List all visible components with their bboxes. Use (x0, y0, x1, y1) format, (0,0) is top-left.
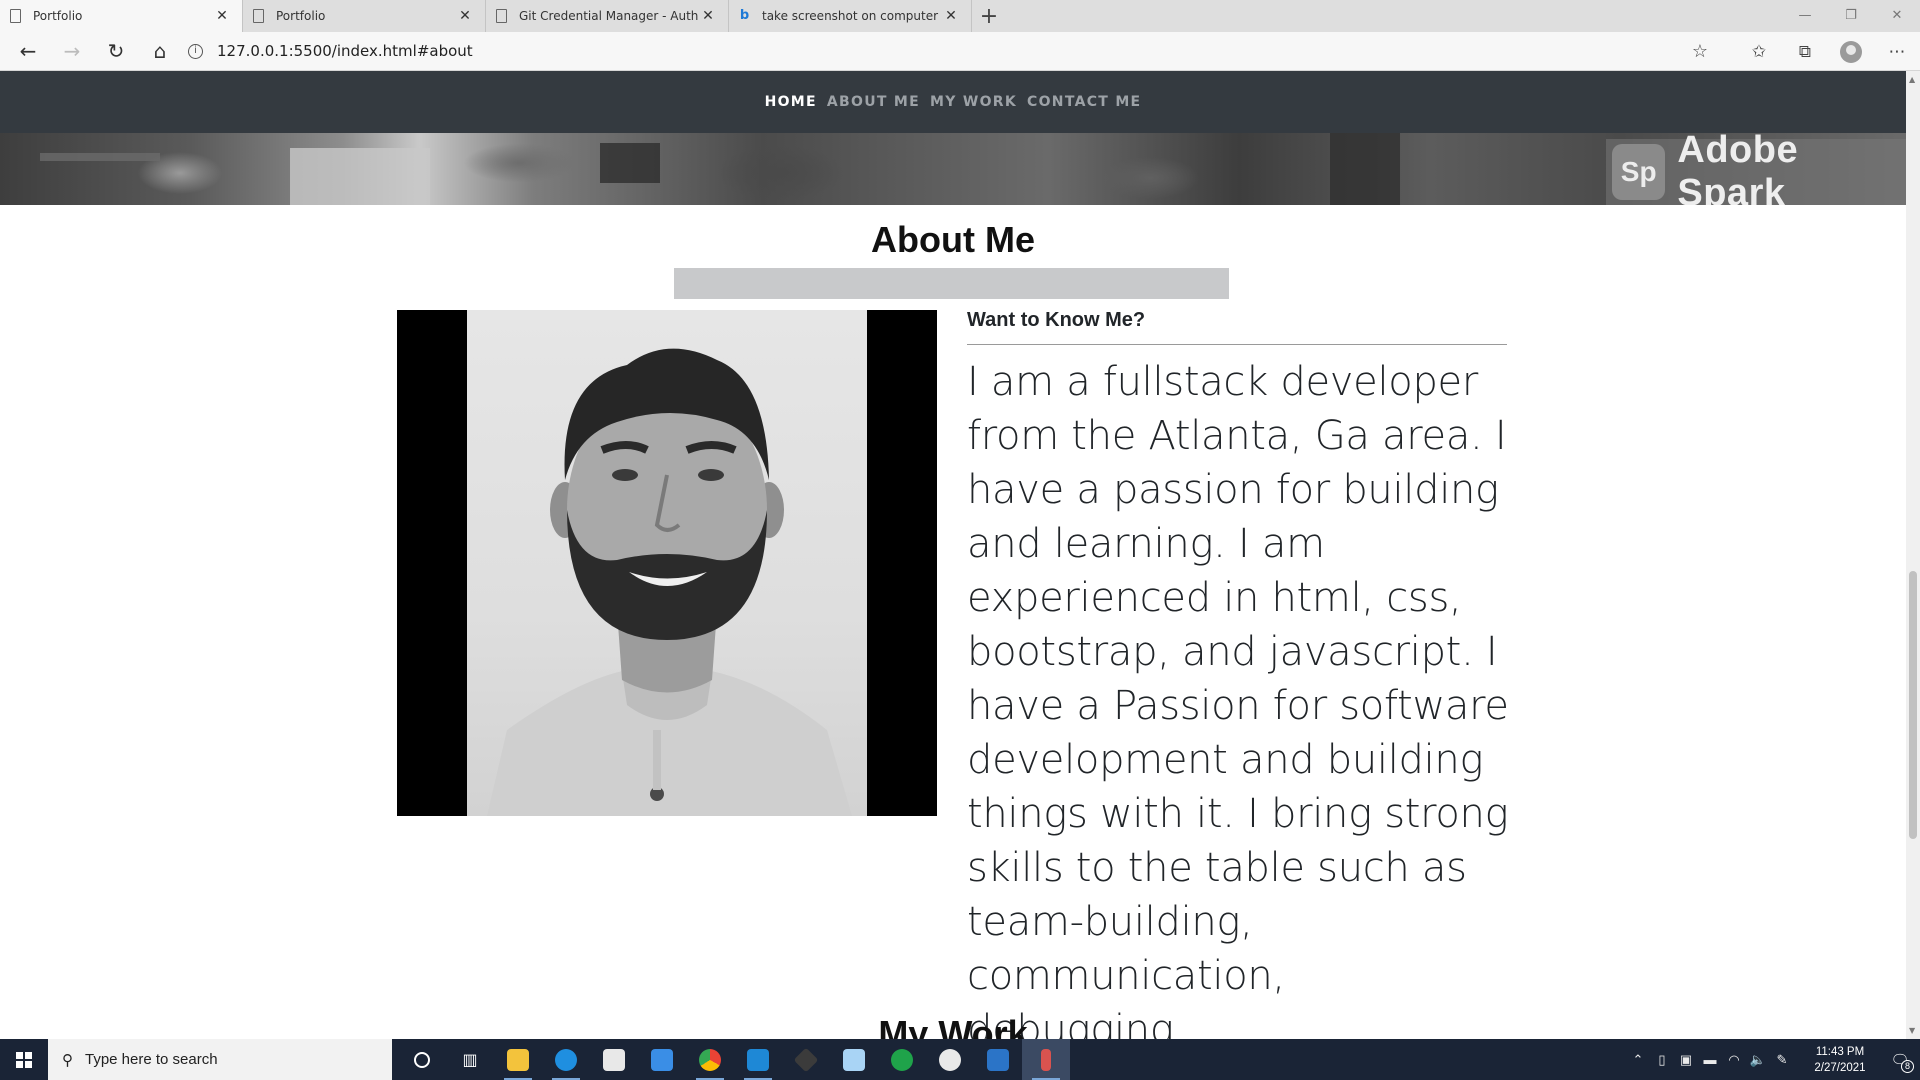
adobe-spark-logo: Sp (1612, 144, 1666, 200)
wifi-icon[interactable]: ◠ (1722, 1052, 1746, 1068)
photos-icon[interactable] (974, 1039, 1022, 1080)
taskbar-apps: ▥ (398, 1039, 1070, 1080)
close-icon[interactable]: ✕ (455, 8, 475, 24)
hero-banner-image: Sp Adobe Spark (0, 133, 1906, 205)
subheading-divider (967, 344, 1507, 345)
bing-icon: b (739, 8, 750, 23)
store-icon[interactable] (590, 1039, 638, 1080)
cortana-icon[interactable] (398, 1039, 446, 1080)
mail-icon[interactable] (638, 1039, 686, 1080)
tab-title: Portfolio (33, 9, 83, 23)
scroll-down-icon[interactable]: ▼ (1909, 1026, 1915, 1035)
scrollbar-thumb[interactable] (1909, 571, 1917, 839)
browser-tools: ✩ ⧉ ⋯ (1736, 32, 1920, 71)
vscode-icon[interactable] (734, 1039, 782, 1080)
collections-icon[interactable]: ⧉ (1782, 34, 1828, 70)
url-text[interactable]: 127.0.0.1:5500/index.html#about (217, 42, 473, 60)
new-tab-button[interactable]: + (972, 0, 1006, 32)
green-app-icon[interactable] (878, 1039, 926, 1080)
back-icon[interactable]: ← (6, 33, 50, 69)
close-window-icon[interactable]: ✕ (1874, 0, 1920, 30)
tab-title: Git Credential Manager - Authen (519, 9, 698, 23)
profile-photo (397, 310, 937, 816)
nav-about-me[interactable]: ABOUT ME (827, 94, 920, 110)
browser-toolbar: ← → ↻ ⌂ i 127.0.0.1:5500/index.html#abou… (0, 32, 1920, 71)
minimize-icon[interactable]: — (1782, 0, 1828, 30)
security-icon[interactable]: ▣ (1674, 1052, 1698, 1068)
site-info-icon[interactable]: i (188, 43, 203, 59)
file-explorer-icon[interactable] (494, 1039, 542, 1080)
site-navbar: HOME ABOUT ME MY WORK CONTACT ME (0, 71, 1906, 133)
refresh-icon[interactable]: ↻ (94, 33, 138, 69)
scroll-up-icon[interactable]: ▲ (1909, 75, 1915, 84)
system-tray: ⌃ ▯ ▣ ▬ ◠ 🔈 ✎ 11:43 PM 2/27/2021 🗨 8 (1626, 1039, 1920, 1080)
chrome-icon[interactable] (686, 1039, 734, 1080)
close-icon[interactable]: ✕ (212, 8, 232, 24)
tab-title: take screenshot on computer - B (762, 9, 941, 23)
close-icon[interactable]: ✕ (698, 8, 718, 24)
tab-git-credential[interactable]: Git Credential Manager - Authen ✕ (486, 0, 729, 32)
clock[interactable]: 11:43 PM 2/27/2021 (1800, 1044, 1880, 1076)
git-app-icon[interactable] (782, 1039, 830, 1080)
snipping-tool-icon[interactable] (1022, 1039, 1070, 1080)
tab-strip: Portfolio ✕ Portfolio ✕ Git Credential M… (0, 0, 1920, 32)
page-viewport: HOME ABOUT ME MY WORK CONTACT ME Sp Adob… (0, 71, 1906, 1039)
page-scrollbar[interactable]: ▲ ▼ (1906, 71, 1920, 1039)
start-button[interactable] (0, 1039, 48, 1080)
tab-portfolio-2[interactable]: Portfolio ✕ (243, 0, 486, 32)
notepad-icon[interactable] (830, 1039, 878, 1080)
clock-date: 2/27/2021 (1814, 1061, 1866, 1074)
page-icon (253, 9, 264, 23)
snip-app-icon[interactable] (926, 1039, 974, 1080)
tab-bing-search[interactable]: b take screenshot on computer - B ✕ (729, 0, 972, 32)
pen-icon[interactable]: ✎ (1770, 1052, 1794, 1068)
search-icon: ⚲ (62, 1051, 73, 1069)
about-subheading: Want to Know Me? (967, 309, 1146, 331)
title-divider-bar (674, 268, 1229, 299)
task-view-icon[interactable]: ▥ (446, 1039, 494, 1080)
windows-taskbar: ⚲ Type here to search ▥ ⌃ ▯ ▣ ▬ ◠ 🔈 ✎ 11… (0, 1039, 1920, 1080)
window-controls: — ❐ ✕ (1782, 0, 1920, 32)
forward-icon[interactable]: → (50, 33, 94, 69)
adobe-spark-text: Adobe Spark (1677, 133, 1799, 205)
profile-button[interactable] (1828, 34, 1874, 70)
add-favorite-icon[interactable]: ☆ (1692, 41, 1708, 62)
nav-my-work[interactable]: MY WORK (930, 94, 1017, 110)
avatar (1840, 40, 1862, 63)
my-work-title: My Work (878, 1013, 1028, 1039)
nav-home[interactable]: HOME (765, 94, 817, 110)
tab-portfolio-1[interactable]: Portfolio ✕ (0, 0, 243, 32)
device-icon[interactable]: ▯ (1650, 1052, 1674, 1068)
more-menu-icon[interactable]: ⋯ (1874, 34, 1920, 70)
notification-count-badge: 8 (1901, 1060, 1914, 1073)
chevron-up-icon[interactable]: ⌃ (1626, 1052, 1650, 1068)
adobe-spark-watermark: Sp Adobe Spark (1606, 133, 1906, 205)
about-title: About Me (871, 219, 1035, 260)
restore-icon[interactable]: ❐ (1828, 0, 1874, 30)
volume-icon[interactable]: 🔈 (1746, 1052, 1770, 1068)
taskbar-search-box[interactable]: ⚲ Type here to search (48, 1039, 392, 1080)
nav-contact-me[interactable]: CONTACT ME (1027, 94, 1141, 110)
edge-icon[interactable] (542, 1039, 590, 1080)
notification-center-icon[interactable]: 🗨 8 (1880, 1039, 1920, 1080)
address-bar[interactable]: i 127.0.0.1:5500/index.html#about ☆ (188, 36, 1708, 66)
about-bio-text: I am a fullstack developer from the Atla… (967, 359, 1509, 1039)
page-icon (10, 9, 21, 23)
taskbar-search-placeholder: Type here to search (85, 1051, 218, 1068)
battery-icon[interactable]: ▬ (1698, 1052, 1722, 1067)
close-icon[interactable]: ✕ (941, 8, 961, 24)
page-icon (496, 9, 507, 23)
clock-time: 11:43 PM (1815, 1045, 1865, 1058)
favorites-icon[interactable]: ✩ (1736, 34, 1782, 70)
portrait-illustration (487, 348, 852, 816)
windows-logo-icon (16, 1051, 32, 1068)
home-icon[interactable]: ⌂ (138, 33, 182, 69)
tab-title: Portfolio (276, 9, 326, 23)
